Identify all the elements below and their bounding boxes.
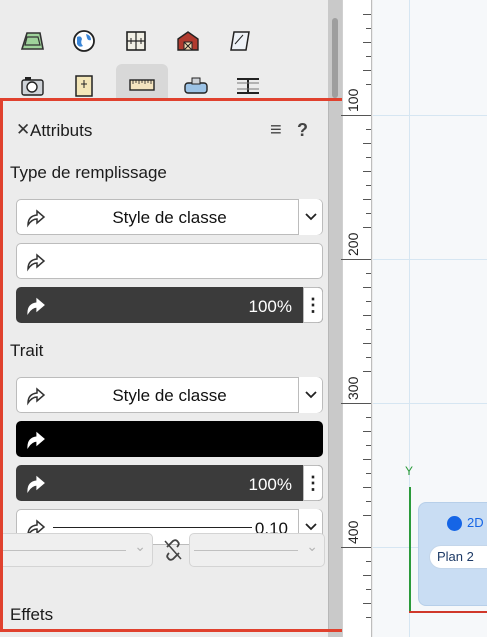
ruler-label: 400 [345, 520, 361, 544]
x-axis [409, 611, 487, 613]
fill-style-label: Style de classe [112, 208, 227, 227]
help-icon[interactable]: ? [297, 120, 308, 141]
ruler-label: 100 [345, 88, 361, 112]
ruler-label: 200 [345, 232, 361, 256]
by-class-arrow-icon[interactable] [25, 208, 47, 228]
fill-style-select[interactable]: Style de classe [16, 199, 323, 235]
stroke-opacity-bar[interactable]: 100% ⋮ [16, 465, 323, 501]
vertical-ruler: 100 200 300 400 [341, 0, 372, 637]
effects-section-header: Effets [3, 605, 328, 627]
panel-scrollbar[interactable] [328, 101, 342, 629]
stroke-style-label: Style de classe [112, 386, 227, 405]
panel-title: Attributs [30, 121, 93, 140]
end-marker-select[interactable] [189, 533, 325, 567]
start-marker-select[interactable] [3, 533, 153, 567]
by-class-arrow-icon[interactable] [25, 386, 47, 406]
menu-icon[interactable]: ≡ [270, 119, 282, 142]
stroke-style-select[interactable]: Style de classe [16, 377, 323, 413]
by-class-arrow-icon[interactable] [25, 430, 47, 450]
fill-section-header: Type de remplissage [3, 163, 328, 185]
more-options-icon[interactable]: ⋮ [303, 465, 323, 501]
barn-tool-icon[interactable] [168, 24, 208, 58]
panel-titlebar: ✕ Attributs ≡ ? [3, 119, 328, 143]
by-class-arrow-icon[interactable] [25, 474, 47, 494]
view-dot-icon [447, 516, 462, 531]
by-class-arrow-icon[interactable] [25, 296, 47, 316]
globe-tool-icon[interactable] [64, 24, 104, 58]
tool-palette [0, 0, 332, 104]
stroke-section-header: Trait [3, 341, 328, 363]
line-weight-preview [53, 527, 252, 528]
chevron-down-icon[interactable] [298, 377, 322, 413]
more-options-icon[interactable]: ⋮ [303, 287, 323, 323]
markers-row [3, 533, 328, 569]
axis-y-label: Y [405, 464, 414, 478]
site-tool-icon[interactable] [12, 24, 52, 58]
y-axis [409, 487, 411, 613]
view-widget[interactable]: 2D Plan 2 [418, 502, 487, 606]
ruler-label: 300 [345, 376, 361, 400]
stroke-color-field[interactable] [16, 421, 323, 457]
window-tool-icon[interactable] [116, 24, 156, 58]
chevron-down-icon[interactable] [298, 199, 322, 235]
stroke-opacity-value: 100% [248, 475, 292, 494]
view-mode-label[interactable]: 2D [467, 515, 484, 530]
by-class-arrow-icon[interactable] [25, 252, 47, 272]
plane-label[interactable]: Plan 2 [437, 549, 474, 564]
unlink-icon[interactable] [161, 537, 185, 563]
fill-color-field[interactable] [16, 243, 323, 279]
landscape-tool-icon[interactable] [220, 24, 260, 58]
attributes-panel: ✕ Attributs ≡ ? Type de remplissage Styl… [0, 98, 345, 632]
fill-opacity-bar[interactable]: 100% ⋮ [16, 287, 323, 323]
fill-opacity-value: 100% [248, 297, 292, 316]
close-icon[interactable]: ✕ [16, 120, 30, 140]
